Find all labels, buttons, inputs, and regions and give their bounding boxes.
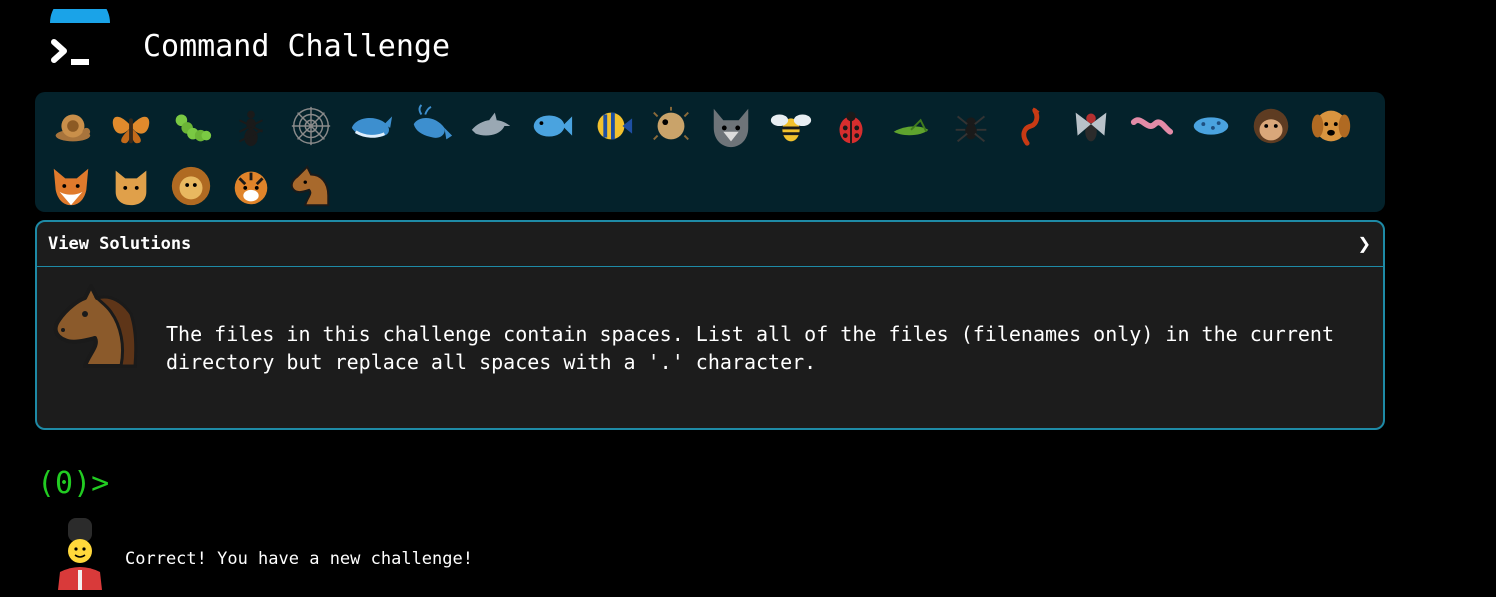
cricket-icon[interactable] (881, 96, 941, 156)
terminal-logo-icon[interactable] (44, 0, 114, 73)
monkey-icon[interactable] (1241, 96, 1301, 156)
horse-icon (51, 280, 143, 370)
level-selector (35, 92, 1385, 212)
app-title: Command Challenge (143, 29, 451, 64)
fox-icon[interactable] (41, 156, 101, 216)
dog-icon[interactable] (1301, 96, 1361, 156)
challenge-description: The files in this challenge contain spac… (166, 322, 1334, 374)
wolf-icon[interactable] (701, 96, 761, 156)
blowfish-icon[interactable] (641, 96, 701, 156)
horse-icon[interactable] (281, 156, 341, 216)
caterpillar-icon[interactable] (161, 96, 221, 156)
microbe-icon[interactable] (1181, 96, 1241, 156)
dolphin-icon[interactable] (461, 96, 521, 156)
guard-icon (54, 518, 106, 590)
fly-icon[interactable] (1061, 96, 1121, 156)
command-prompt[interactable]: (0)> (37, 466, 109, 501)
scorpion-icon[interactable] (1001, 96, 1061, 156)
whale-spout-icon[interactable] (401, 96, 461, 156)
whale-icon[interactable] (341, 96, 401, 156)
view-solutions-toggle[interactable]: View Solutions ❯ (37, 222, 1383, 267)
view-solutions-label: View Solutions (48, 234, 192, 254)
fish-icon[interactable] (521, 96, 581, 156)
butterfly-icon[interactable] (101, 96, 161, 156)
feedback-message: Correct! You have a new challenge! (125, 549, 473, 569)
ant-icon[interactable] (221, 96, 281, 156)
lion-icon[interactable] (161, 156, 221, 216)
chevron-right-icon[interactable]: ❯ (1358, 232, 1371, 257)
spider-web-icon[interactable] (281, 96, 341, 156)
tropical-fish-icon[interactable] (581, 96, 641, 156)
spider-icon[interactable] (941, 96, 1001, 156)
snail-icon[interactable] (41, 96, 101, 156)
worm-icon[interactable] (1121, 96, 1181, 156)
ladybug-icon[interactable] (821, 96, 881, 156)
tiger-icon[interactable] (221, 156, 281, 216)
cat-icon[interactable] (101, 156, 161, 216)
level-grid (41, 96, 1381, 216)
challenge-panel: View Solutions ❯ The files in this chall… (35, 220, 1385, 430)
bee-icon[interactable] (761, 96, 821, 156)
